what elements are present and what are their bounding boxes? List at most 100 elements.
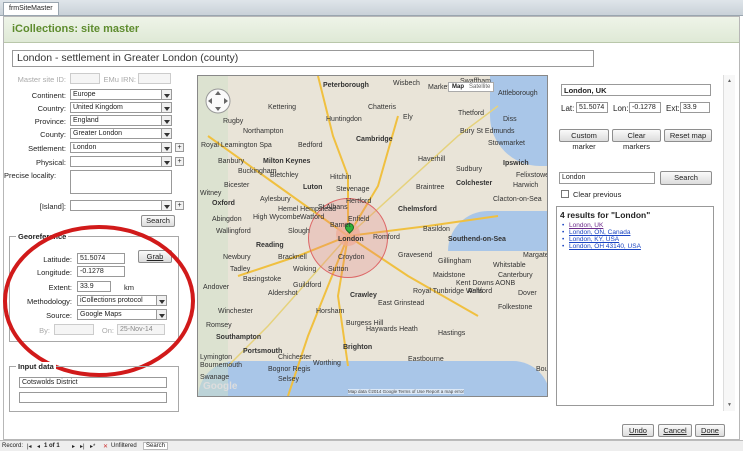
map-search-field[interactable]: London: [559, 172, 655, 184]
map-view[interactable]: PeterboroughWisbechMarket DownhamSwaffha…: [197, 75, 548, 397]
result-link[interactable]: London, UK: [562, 222, 713, 229]
pan-control-icon[interactable]: [203, 86, 233, 116]
continent-value: Europe: [73, 91, 96, 98]
map-type-control[interactable]: Map Satellite: [448, 82, 494, 92]
map-place-label: Bracknell: [278, 254, 307, 261]
map-place-label: Milton Keynes: [263, 158, 311, 165]
input-data-field-2[interactable]: [19, 392, 167, 403]
chevron-down-icon[interactable]: [161, 116, 171, 125]
map-place-label: Croydon: [338, 254, 365, 261]
result-link[interactable]: London, OH 43140, USA: [562, 243, 713, 250]
map-place-label: Reading: [256, 242, 284, 249]
map-place-label: Rugby: [223, 118, 244, 125]
map-place-label: Thetford: [458, 110, 485, 117]
status-search-box[interactable]: Search: [143, 442, 169, 450]
site-title-field[interactable]: London - settlement in Greater London (c…: [12, 50, 594, 67]
input-data-group: [9, 366, 179, 412]
google-logo: Google: [203, 381, 238, 392]
ext-label: Ext:: [666, 104, 680, 113]
map-place-label: Clacton-on-Sea: [493, 196, 542, 203]
map-place-label: Gillingham: [438, 258, 472, 265]
custom-marker-button[interactable]: Custom marker: [559, 129, 609, 151]
cancel-button[interactable]: Cancel: [658, 424, 692, 437]
clear-previous-checkbox[interactable]: [561, 190, 569, 198]
map-place-label: Bicester: [224, 182, 250, 189]
map-place-label: Romsey: [206, 322, 232, 329]
next-record-icon[interactable]: ▸: [72, 443, 75, 450]
input-data-field[interactable]: Cotswolds District: [19, 377, 167, 388]
chevron-down-icon[interactable]: [161, 129, 171, 138]
precise-locality-field[interactable]: [70, 170, 172, 194]
map-place-label: Chatteris: [368, 104, 397, 111]
add-physical-button[interactable]: +: [175, 157, 184, 166]
map-lat-field[interactable]: 51.5074: [576, 102, 608, 113]
reset-map-button[interactable]: Reset map: [664, 129, 712, 142]
scroll-up-icon[interactable]: ▲: [727, 78, 732, 84]
physical-combo[interactable]: [70, 156, 172, 167]
first-record-icon[interactable]: |◂: [27, 443, 32, 450]
map-place-label: Worthing: [313, 360, 341, 367]
lat-label: Lat:: [561, 104, 575, 113]
map-place-label: Barnet: [330, 222, 351, 229]
map-place-label: Haywards Heath: [366, 326, 418, 333]
map-place-label: Hertford: [346, 198, 372, 205]
last-record-icon[interactable]: ▸|: [80, 443, 85, 450]
map-search-button[interactable]: Search: [660, 171, 712, 185]
clear-markers-button[interactable]: Clear markers: [612, 129, 661, 151]
add-settlement-button[interactable]: +: [175, 143, 184, 152]
place-field[interactable]: London, UK: [561, 84, 711, 96]
map-place-label: Southampton: [216, 334, 262, 341]
map-place-label: Aylesbury: [260, 196, 291, 203]
map-place-label: Slough: [288, 228, 310, 235]
result-link[interactable]: London, KY, USA: [562, 236, 713, 243]
island-combo[interactable]: [70, 200, 172, 211]
new-record-icon[interactable]: ▸*: [90, 443, 95, 450]
map-place-label: Kettering: [268, 104, 297, 111]
map-place-label: London: [338, 236, 364, 243]
form-tab[interactable]: frmSiteMaster: [3, 2, 59, 15]
chevron-down-icon[interactable]: [161, 90, 171, 99]
country-combo[interactable]: United Kingdom: [70, 102, 172, 113]
map-lon-field[interactable]: -0.1278: [629, 102, 661, 113]
continent-combo[interactable]: Europe: [70, 89, 172, 100]
form-scrollbar[interactable]: ▲ ▼: [723, 75, 735, 411]
map-place-label: Bognor Regis: [268, 366, 311, 373]
result-link[interactable]: London, ON, Canada: [562, 229, 713, 236]
map-place-label: Maidstone: [433, 272, 466, 279]
map-place-label: Dover: [518, 290, 537, 297]
map-place-label: Abingdon: [212, 216, 242, 223]
scroll-down-icon[interactable]: ▼: [727, 402, 732, 408]
add-island-button[interactable]: +: [175, 201, 184, 210]
map-place-label: East Grinstead: [378, 300, 425, 307]
country-value: United Kingdom: [73, 104, 123, 111]
settlement-value: London: [73, 144, 97, 151]
map-place-label: Selsey: [278, 376, 300, 383]
map-place-label: Bletchley: [270, 172, 299, 179]
map-place-label: Tadley: [230, 266, 251, 273]
map-place-label: Enfield: [348, 216, 370, 223]
province-combo[interactable]: England: [70, 115, 172, 126]
map-ext-field[interactable]: 33.9: [680, 102, 710, 113]
map-place-label: Wallingford: [216, 228, 251, 235]
map-type-map[interactable]: Map: [452, 84, 464, 90]
map-place-label: Winchester: [218, 308, 254, 315]
map-place-label: Bury St Edmunds: [460, 128, 515, 135]
done-button[interactable]: Done: [695, 424, 725, 437]
island-label: [Island]:: [39, 202, 66, 211]
chevron-down-icon[interactable]: [161, 103, 171, 112]
chevron-down-icon[interactable]: [161, 143, 171, 152]
annotation-ellipse: [3, 225, 195, 377]
filter-status[interactable]: Unfiltered: [111, 443, 137, 449]
county-combo[interactable]: Greater London: [70, 128, 172, 139]
map-place-label: Luton: [303, 184, 323, 191]
record-position[interactable]: 1 of 1: [44, 443, 60, 449]
undo-button[interactable]: Undo: [622, 424, 654, 437]
map-place-label: Chelmsford: [398, 206, 437, 213]
map-type-satellite[interactable]: Satellite: [469, 84, 490, 90]
settlement-combo[interactable]: London: [70, 142, 172, 153]
prev-record-icon[interactable]: ◂: [37, 443, 40, 450]
chevron-down-icon[interactable]: [161, 201, 171, 210]
map-place-label: Banbury: [218, 158, 245, 165]
chevron-down-icon[interactable]: [161, 157, 171, 166]
master-site-id-field: [70, 73, 100, 84]
